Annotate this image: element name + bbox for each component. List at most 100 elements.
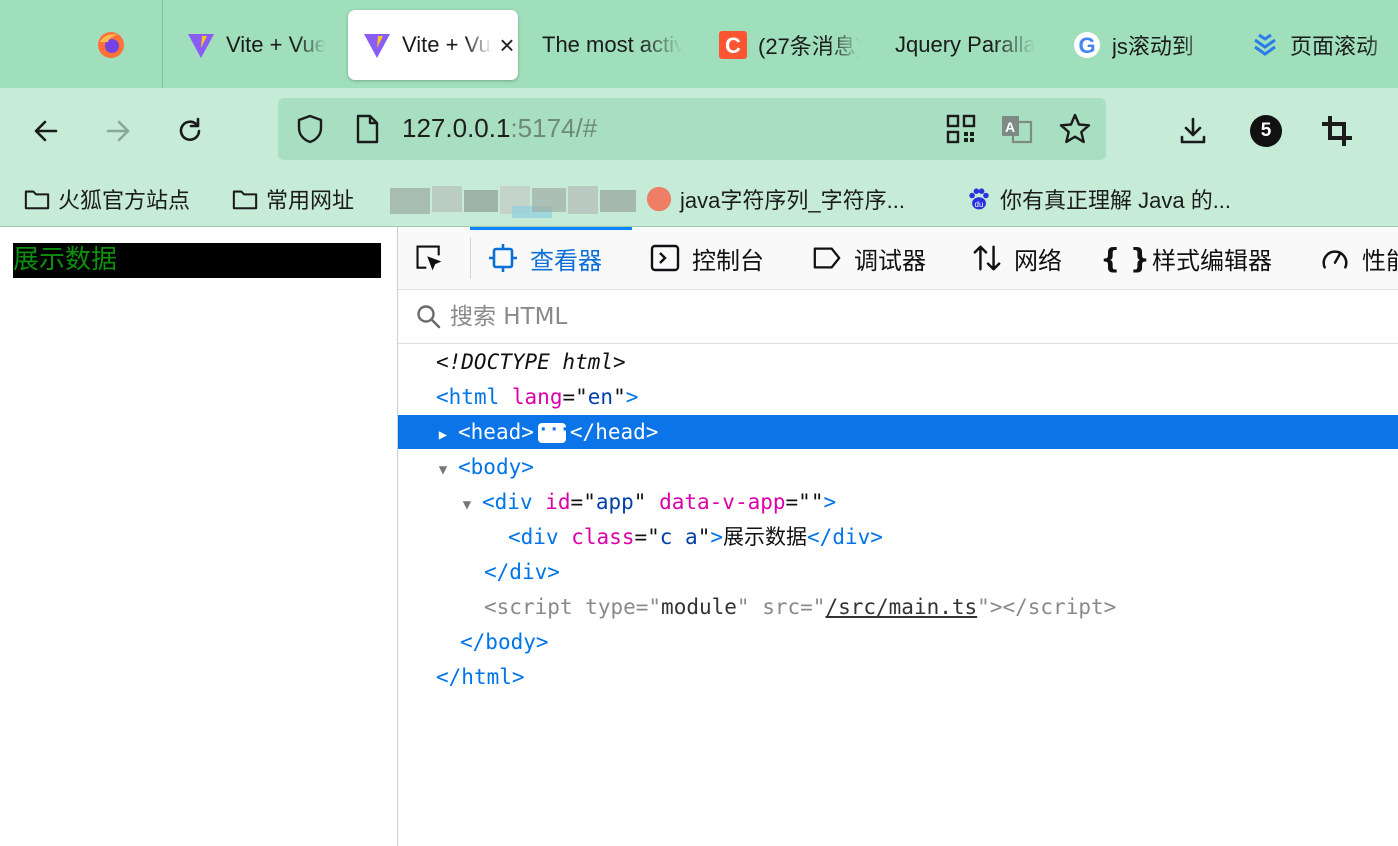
bookmark-blurred[interactable] [390,184,638,218]
html-search-bar [398,290,1398,344]
tab-title: js滚动到 [1112,34,1194,59]
bookmark-star-icon[interactable] [1058,112,1092,151]
reload-button[interactable] [169,110,211,152]
bookmark-common-sites[interactable]: 常用网址 [232,184,354,214]
bookmark-firefox-official[interactable]: 火狐官方站点 [24,184,190,214]
extension-badge: 5 [1250,115,1282,147]
markup-node-body[interactable]: ▼ <body> [398,450,1398,484]
tab-inspector[interactable]: 查看器 [488,227,602,289]
tab-label: 网络 [1014,246,1062,275]
markup-node-app-div[interactable]: ▼ <div id="app" data-v-app=""> [398,485,1398,519]
markup-node-html[interactable]: <html lang="en"> [398,380,1398,414]
page-info-icon[interactable] [352,113,382,150]
tab-title: Jquery Parallax [895,32,1035,57]
tab-title: Vite + Vue [226,32,326,57]
baidu-paw-icon: du [966,186,992,212]
markup-node-app-div-close[interactable]: </div> [398,555,1398,589]
collapse-triangle-icon[interactable]: ▼ [460,488,474,522]
tab-label: 查看器 [530,246,602,275]
tab-csdn[interactable]: C (27条消息) [718,10,860,80]
devtools-panel: 查看器 控制台 调试器 网络 {} 样式编辑器 性 搜索 HTML <!DOC… [398,227,1398,846]
element-picker-button[interactable] [414,227,456,289]
collapse-triangle-icon[interactable]: ▼ [436,453,450,487]
forward-button[interactable] [97,110,139,152]
url-host: 127.0.0.1 [402,113,511,143]
expand-triangle-icon[interactable]: ▶ [436,418,450,452]
csdn-icon: C [718,30,748,60]
attr-name: type [585,595,636,619]
tab-label: 控制台 [692,246,764,275]
element-picker-icon [414,243,444,273]
markup-node-content-div[interactable]: <div class="c a">展示数据</div> [398,520,1398,554]
tag-name: div [494,490,533,514]
bookmark-java-char-seq[interactable]: java字符序列_字符序... [646,184,905,214]
tab-label: 调试器 [854,246,926,275]
translate-icon[interactable]: A [1000,113,1034,150]
attr-value: en [587,385,614,409]
svg-text:G: G [1078,33,1095,58]
tab-jquery-parallax[interactable]: Jquery Parallax [895,10,1035,80]
markup-node-html-close[interactable]: </html> [398,660,1398,694]
orange-favicon-icon [646,186,672,212]
tag-name: body [470,455,522,479]
attr-name: src [762,595,801,619]
extension-badge-button[interactable]: 5 [1245,110,1287,152]
tab-style-editor[interactable]: { } 样式编辑器 [1100,227,1272,289]
bookmarks-toolbar: 火狐官方站点 常用网址 java字符序列_字符序... du 你有真正理解 Ja… [0,172,1398,227]
url-text[interactable]: 127.0.0.1:5174/# [402,113,597,144]
tab-separator [162,0,163,88]
markup-node-doctype[interactable]: <!DOCTYPE html> [398,345,1398,379]
markup-tree: <!DOCTYPE html> <html lang="en"> ▶ <head>… [398,345,1398,845]
tag-name: div [832,525,871,549]
tab-vite-vue-ts-active[interactable]: Vite + Vue + TS × [348,10,518,80]
tab-network[interactable]: 网络 [972,227,1062,289]
collapsed-ellipsis-icon[interactable]: ··· [537,421,570,443]
vite-icon [186,30,216,60]
qr-code-icon[interactable] [946,114,976,149]
tag-name: script [1027,595,1104,619]
close-tab-icon[interactable]: × [496,30,518,61]
tab-performance[interactable]: 性能 [1320,227,1398,289]
attr-name: class [571,525,635,549]
tab-page-scroll[interactable]: 页面滚动 [1250,10,1398,80]
attr-name: lang [511,385,563,409]
tab-console[interactable]: 控制台 [650,227,764,289]
tab-js-scroll[interactable]: G js滚动到 [1072,10,1212,80]
tab-strip: Vite + Vue Vite + Vue + TS × The most ac… [0,0,1398,88]
attr-value: module [661,595,737,619]
debugger-icon [812,243,842,273]
url-bar[interactable]: 127.0.0.1:5174/# A [278,98,1106,160]
gauge-icon [1320,243,1350,273]
tag-name: head [470,420,522,444]
folder-icon [232,186,258,212]
screenshot-button[interactable] [1316,110,1358,152]
shield-icon[interactable] [294,113,326,150]
markup-node-body-close[interactable]: </body> [398,625,1398,659]
attr-value: app [595,490,634,514]
tab-title: Vite + Vue + TS [402,32,492,57]
blurred-bookmark-icon [390,186,636,218]
nav-toolbar: 127.0.0.1:5174/# A 5 [0,88,1398,172]
html-search-input[interactable] [448,298,1352,336]
tab-debugger[interactable]: 调试器 [812,227,926,289]
devtools-tabbar: 查看器 控制台 调试器 网络 {} 样式编辑器 性 [398,227,1398,290]
svg-text:A: A [1005,119,1015,135]
markup-node-script[interactable]: <script type="module" src="/src/main.ts"… [398,590,1398,624]
tab-vite-vue[interactable]: Vite + Vue [186,10,326,80]
inspector-icon [488,243,518,273]
downloads-button[interactable] [1172,110,1214,152]
markup-node-head-selected[interactable]: ▶ <head> ···</head> [398,415,1398,449]
svg-text:C: C [725,33,741,58]
script-src-link[interactable]: /src/main.ts [825,595,977,619]
attr-name: id [545,490,571,514]
tag-name: head [595,420,646,444]
attr-value: c a [659,525,698,549]
tab-title: (27条消息) [758,34,860,59]
back-button[interactable] [25,110,67,152]
bookmark-label: 常用网址 [266,188,355,213]
tab-firefox-view[interactable] [96,10,146,80]
tab-most-active[interactable]: The most active [542,10,682,80]
bookmark-java-understand[interactable]: du 你有真正理解 Java 的... [966,184,1231,214]
bookmark-label: 你有真正理解 Java 的... [1000,188,1232,213]
vite-icon [362,30,392,60]
